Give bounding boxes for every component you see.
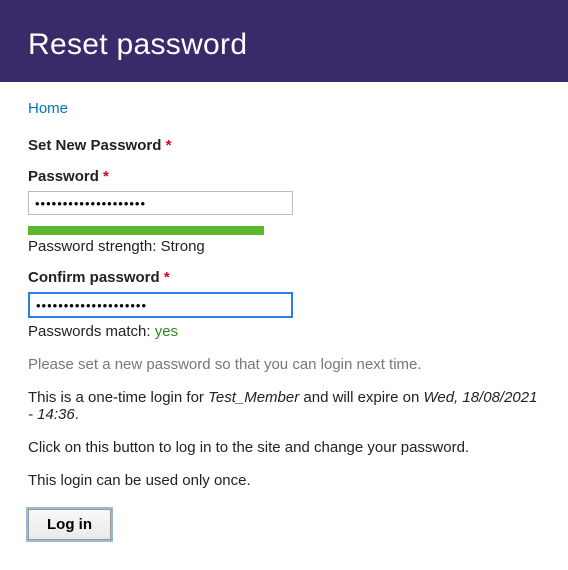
password-match-value: yes: [155, 323, 178, 340]
confirm-password-label-text: Confirm password: [28, 269, 160, 286]
password-strength-bar: [28, 226, 264, 235]
form-heading: Set New Password *: [28, 137, 540, 154]
one-time-mid: and will expire on: [299, 389, 423, 406]
password-label: Password *: [28, 168, 540, 185]
page-title: Reset password: [28, 28, 540, 62]
login-button[interactable]: Log in: [28, 509, 111, 540]
page-content: Home Set New Password * Password * Passw…: [0, 82, 568, 570]
breadcrumb-home-link[interactable]: Home: [28, 100, 68, 117]
once-only-text: This login can be used only once.: [28, 472, 540, 489]
required-indicator: *: [164, 269, 170, 286]
one-time-username: Test_Member: [208, 389, 299, 406]
password-strength-value: Strong: [161, 238, 205, 255]
page-banner: Reset password: [0, 0, 568, 82]
password-match-text: Passwords match: yes: [28, 323, 540, 340]
password-input[interactable]: [28, 191, 293, 215]
confirm-password-label: Confirm password *: [28, 269, 540, 286]
click-button-text: Click on this button to log in to the si…: [28, 439, 540, 456]
password-strength-text: Password strength: Strong: [28, 238, 540, 255]
one-time-login-text: This is a one-time login for Test_Member…: [28, 389, 540, 423]
password-label-text: Password: [28, 168, 99, 185]
breadcrumb: Home: [28, 100, 540, 117]
form-heading-text: Set New Password: [28, 137, 161, 154]
password-match-label: Passwords match:: [28, 323, 155, 340]
required-indicator: *: [103, 168, 109, 185]
required-indicator: *: [166, 137, 172, 154]
password-strength-fill: [28, 226, 264, 235]
password-strength-label: Password strength:: [28, 238, 161, 255]
instruction-text: Please set a new password so that you ca…: [28, 356, 540, 373]
one-time-prefix: This is a one-time login for: [28, 389, 208, 406]
one-time-suffix: .: [75, 406, 79, 423]
confirm-password-input[interactable]: [28, 292, 293, 318]
